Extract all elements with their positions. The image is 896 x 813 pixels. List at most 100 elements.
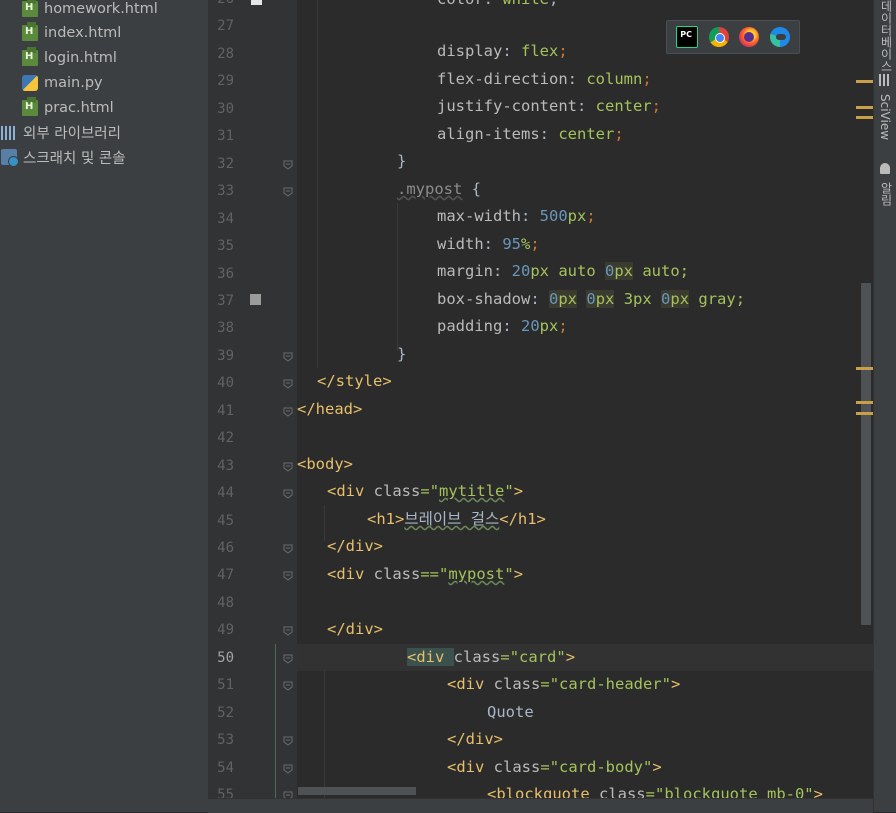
code-line-46: </div>	[327, 537, 383, 555]
fold-marker-icon[interactable]	[283, 379, 293, 389]
external-libraries-label: 외부 라이브러리	[23, 125, 121, 142]
sciview-icon	[879, 74, 891, 86]
chrome-icon[interactable]	[708, 27, 729, 47]
code-line-38: padding: 20px;	[437, 317, 568, 335]
code-line-34: max-width: 500px;	[437, 207, 596, 225]
html-file-icon	[22, 0, 38, 17]
html-file-icon	[22, 47, 38, 66]
tree-item-external-libraries[interactable]: 외부 라이브러리	[1, 120, 121, 144]
code-line-29: flex-direction: column;	[437, 70, 652, 88]
warning-stripe[interactable]	[856, 116, 873, 119]
code-line-32: }	[397, 152, 407, 170]
code-line-28: display: flex;	[437, 42, 568, 60]
line-number: 42	[217, 430, 234, 447]
code-line-33: .mypost {	[397, 180, 481, 198]
fold-marker-icon[interactable]	[283, 654, 293, 664]
tree-item-main-py[interactable]: main.py	[22, 71, 103, 95]
fold-marker-icon[interactable]	[283, 187, 293, 197]
open-in-browser-popup: PC	[666, 20, 800, 54]
line-number: 51	[217, 677, 234, 694]
code-line-30: justify-content: center;	[437, 97, 661, 115]
indent-guide	[397, 203, 398, 351]
firefox-icon[interactable]	[739, 27, 760, 47]
file-label: prac.html	[44, 100, 114, 116]
file-label: main.py	[44, 75, 103, 91]
library-icon	[1, 124, 17, 140]
tree-item-prac-html[interactable]: prac.html	[22, 96, 114, 120]
tree-item-login-html[interactable]: login.html	[22, 46, 117, 70]
line-number: 44	[217, 485, 234, 502]
code-line-44: <div class="mytitle">	[327, 482, 524, 500]
line-number: 52	[217, 704, 234, 721]
code-line-43: <body>	[297, 455, 353, 473]
code-line-41: </head>	[297, 400, 363, 418]
database-tab[interactable]: 데이터베이스	[878, 0, 895, 72]
file-label: homework.html	[44, 1, 158, 17]
bookmark-marker[interactable]	[251, 0, 262, 5]
fold-marker-icon[interactable]	[283, 407, 293, 417]
fold-marker-icon[interactable]	[283, 160, 293, 170]
indent-guide	[324, 505, 325, 541]
notifications-tab[interactable]: 알림	[878, 182, 895, 206]
tree-item-scratches[interactable]: 스크래치 및 콘솔	[1, 145, 126, 169]
warning-stripe[interactable]	[856, 401, 873, 404]
line-number: 32	[217, 155, 234, 172]
fold-marker-icon[interactable]	[283, 352, 293, 362]
line-number: 54	[217, 759, 234, 776]
bottom-breadcrumb-bar	[208, 798, 873, 813]
line-number: 38	[217, 320, 234, 337]
code-line-45: <h1>브레이브 걸스</h1>	[367, 510, 546, 528]
line-number: 49	[217, 622, 234, 639]
warning-stripe[interactable]	[856, 106, 873, 109]
horizontal-scrollbar-thumb[interactable]	[298, 787, 416, 795]
warning-stripe[interactable]	[856, 412, 873, 415]
line-number: 35	[217, 238, 234, 255]
code-line-51: <div class="card-header">	[447, 675, 681, 693]
edge-icon[interactable]	[769, 27, 790, 47]
line-number: 37	[217, 292, 234, 309]
tree-item-homework-html[interactable]: homework.html	[22, 0, 158, 21]
fold-marker-icon[interactable]	[283, 764, 293, 774]
line-number: 27	[217, 18, 234, 35]
fold-marker-icon[interactable]	[283, 626, 293, 636]
sciview-tab[interactable]: SciView	[878, 94, 892, 140]
code-line-39: }	[397, 345, 407, 363]
line-number: 47	[217, 567, 234, 584]
tree-item-index-html[interactable]: index.html	[22, 21, 121, 45]
python-file-icon	[22, 75, 38, 91]
line-number: 34	[217, 210, 234, 227]
line-number: 43	[217, 457, 234, 474]
fold-marker-icon[interactable]	[283, 681, 293, 691]
indent-guide	[317, 0, 318, 368]
warning-stripe[interactable]	[856, 367, 873, 370]
project-tree-panel: homework.html index.html login.html main…	[0, 0, 208, 812]
fold-marker-icon[interactable]	[283, 544, 293, 554]
color-preview-gray[interactable]	[250, 294, 261, 305]
code-line-49: </div>	[327, 620, 383, 638]
fold-marker-icon[interactable]	[283, 462, 293, 472]
line-number: 39	[217, 347, 234, 364]
code-line-47: <div class=="mypost">	[327, 565, 524, 583]
line-number: 26	[208, 0, 234, 14]
line-number: 36	[217, 265, 234, 282]
bell-icon	[880, 163, 890, 174]
file-label: index.html	[44, 25, 122, 41]
line-number: 48	[217, 594, 234, 611]
code-line-40: </style>	[317, 372, 392, 390]
scratch-console-icon	[1, 149, 19, 167]
pycharm-icon[interactable]: PC	[676, 26, 699, 48]
vertical-scrollbar-thumb[interactable]	[861, 283, 871, 625]
fold-marker-icon[interactable]	[283, 571, 293, 582]
fold-marker-icon[interactable]	[283, 736, 293, 746]
line-number: 30	[217, 100, 234, 117]
line-number: 46	[217, 540, 234, 556]
line-number: 53	[217, 732, 234, 749]
line-number: 50	[217, 649, 234, 666]
line-number: 33	[217, 183, 234, 200]
code-line-37: box-shadow: 0px 0px 3px 0px gray;	[437, 290, 746, 308]
warning-stripe[interactable]	[856, 80, 873, 83]
line-number: 31	[217, 128, 234, 145]
code-line-52: Quote	[487, 703, 534, 721]
fold-marker-icon[interactable]	[283, 489, 293, 499]
line-number: 29	[217, 73, 234, 90]
